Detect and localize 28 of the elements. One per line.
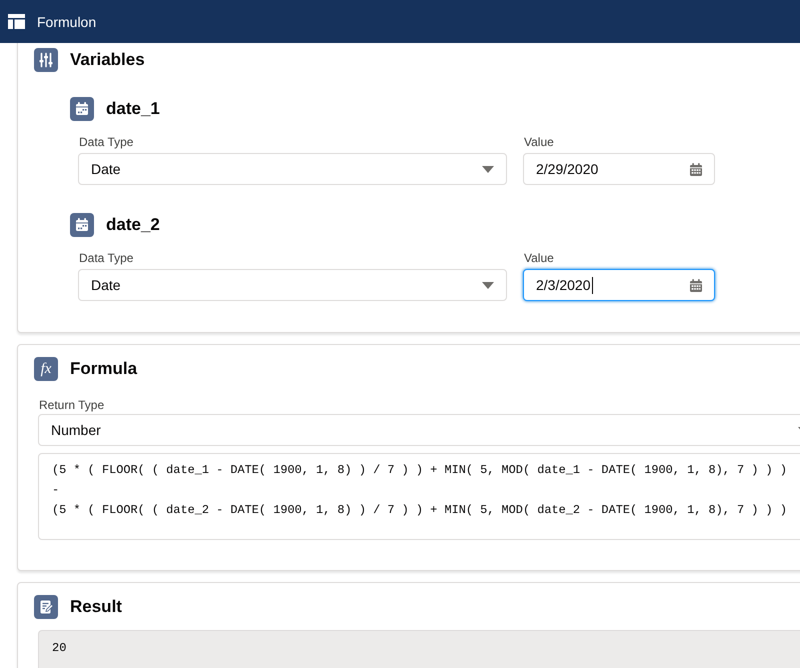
section-title: Variables (70, 49, 145, 71)
select-dropdown[interactable]: Date (78, 153, 507, 185)
notebook-pencil-icon (34, 595, 58, 619)
app-logo-icon (8, 14, 25, 29)
calendar-icon (70, 213, 94, 237)
caret-down-icon (482, 166, 494, 172)
caret-down-icon (482, 282, 494, 288)
calendar-icon (690, 162, 702, 176)
field-label: Value (523, 134, 555, 151)
date-input[interactable]: 2/29/2020 (523, 153, 715, 185)
field-label: Data Type (78, 134, 134, 151)
field-label: Data Type (78, 250, 134, 267)
select-dropdown[interactable]: Number (38, 414, 800, 446)
sliders-icon (34, 48, 58, 72)
result-output: 20 (38, 630, 800, 668)
function-icon: fx (34, 357, 58, 381)
app-title: Formulon (37, 12, 96, 30)
variable-name: date_2 (106, 214, 160, 236)
calendar-icon (690, 278, 702, 292)
formula-editor[interactable]: (5 * ( FLOOR( ( date_1 - DATE( 1900, 1, 8) ) / 7 ) ) + MIN( 5, MOD( date_1 - DATE( 1900, 1, 8), 7 ) ) ) - (5 * ( FLOOR( ( date_2 - DATE( 1900, 1, 8) ) / 7 ) ) + MIN( 5, MOD( date_2 - DATE( 1900, 1, 8), 7 ) ) ) (38, 453, 800, 540)
field-label: Return Type (38, 397, 106, 414)
variable-name: date_1 (106, 98, 160, 120)
select-dropdown[interactable]: Date (78, 269, 507, 301)
calendar-icon (70, 97, 94, 121)
date-input[interactable]: 2/3/2020 (523, 269, 715, 301)
section-title: Result (70, 596, 122, 618)
section-title: Formula (70, 358, 138, 380)
field-label: Value (523, 250, 555, 267)
